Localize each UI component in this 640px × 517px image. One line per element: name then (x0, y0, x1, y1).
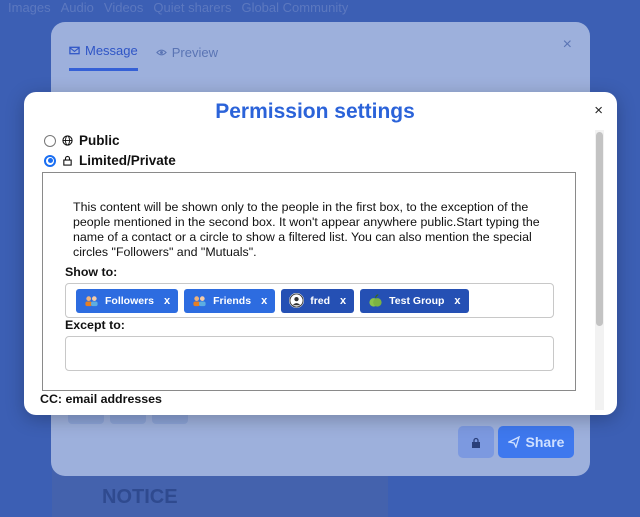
public-radio[interactable] (44, 134, 56, 147)
cc-email-label: CC: email addresses (40, 392, 162, 406)
permissions-button[interactable] (458, 426, 494, 458)
permission-info-text: This content will be shown only to the p… (73, 200, 540, 259)
tab-message[interactable]: Message (69, 40, 138, 71)
tab-preview[interactable]: Preview (155, 40, 218, 71)
private-recipients-panel: This content will be shown only to the p… (42, 172, 576, 391)
background-art-text: NOTICE (102, 486, 178, 508)
tag-fred: fred x (281, 288, 355, 313)
tag-label: Friends (213, 294, 252, 307)
limited-private-radio[interactable] (44, 154, 56, 167)
show-to-label: Show to: (65, 265, 118, 279)
dialog-close-button[interactable]: × (594, 102, 603, 119)
option-public[interactable]: Public (44, 133, 120, 148)
tag-remove-button[interactable]: x (261, 295, 267, 307)
nav-item-quiet-sharers[interactable]: Quiet sharers (153, 0, 231, 16)
tag-followers: Followers x (76, 288, 179, 313)
except-to-label: Except to: (65, 318, 125, 332)
lock-icon (63, 155, 72, 166)
group-icon (192, 293, 207, 308)
nav-item-videos[interactable]: Videos (104, 0, 144, 16)
tab-message-label: Message (85, 43, 138, 58)
permission-settings-dialog: Permission settings × Public Limited/Pri… (24, 92, 617, 415)
option-limited-private[interactable]: Limited/Private (44, 153, 176, 168)
group-icon (84, 293, 99, 308)
show-to-field[interactable]: Followers x Friends x fred x Test Group … (65, 283, 554, 318)
except-to-field[interactable] (65, 336, 554, 371)
nav-item-global-community[interactable]: Global Community (241, 0, 348, 16)
envelope-icon (69, 46, 80, 55)
scrollbar-thumb[interactable] (596, 132, 603, 326)
option-limited-private-label: Limited/Private (79, 153, 176, 168)
globe-icon (62, 135, 73, 146)
tag-label: fred (310, 294, 331, 307)
compose-close-button[interactable]: × (563, 36, 572, 54)
send-icon (507, 436, 520, 448)
background-nav: Images Audio Videos Quiet sharers Global… (8, 0, 348, 16)
option-public-label: Public (79, 133, 120, 148)
tag-remove-button[interactable]: x (164, 295, 170, 307)
tab-preview-label: Preview (171, 44, 218, 60)
user-avatar-icon (289, 293, 305, 308)
tag-friends: Friends x (184, 288, 276, 313)
tag-remove-button[interactable]: x (454, 295, 460, 307)
lock-icon (472, 437, 480, 448)
dialog-scrollbar[interactable] (595, 130, 604, 410)
tag-label: Followers (105, 294, 155, 307)
apple-icon (368, 293, 383, 308)
tag-label: Test Group (389, 294, 445, 307)
eye-icon (155, 49, 167, 55)
tag-test-group: Test Group x (360, 288, 469, 313)
nav-item-audio[interactable]: Audio (61, 0, 94, 16)
share-button[interactable]: Share (498, 426, 574, 458)
nav-item-images[interactable]: Images (8, 0, 51, 16)
compose-tabs: Message Preview (69, 40, 218, 71)
share-button-label: Share (525, 434, 565, 450)
dialog-title: Permission settings (215, 100, 415, 123)
tag-remove-button[interactable]: x (340, 295, 346, 307)
